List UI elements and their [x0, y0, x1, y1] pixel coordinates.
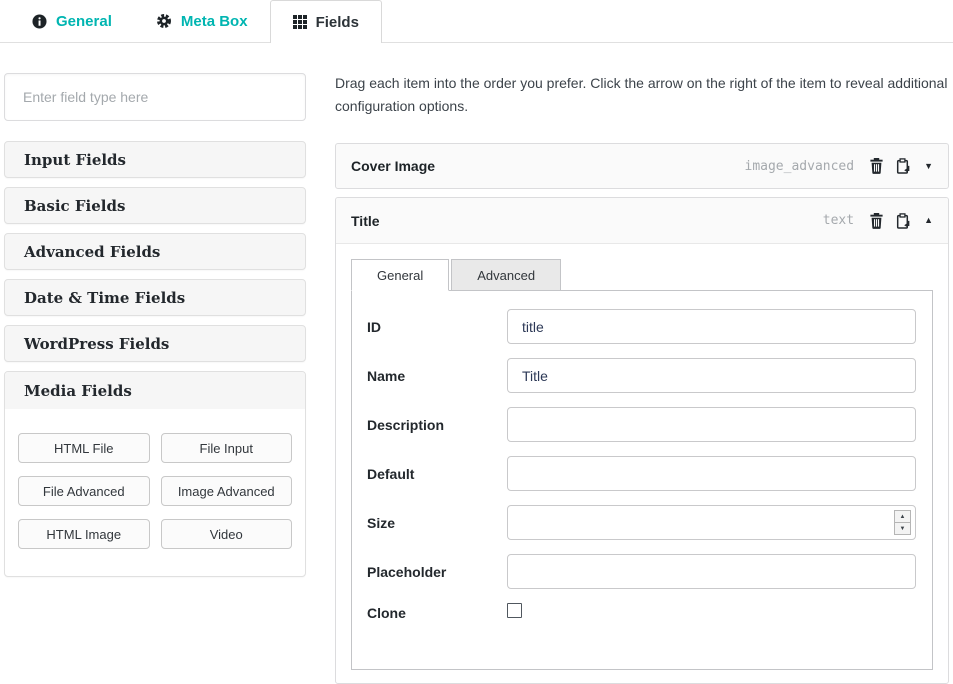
- sidebar-section-advanced-fields[interactable]: Advanced Fields: [4, 233, 306, 270]
- name-field[interactable]: [507, 358, 916, 393]
- field-type-html-file-button[interactable]: HTML File: [18, 433, 150, 463]
- sidebar-section-wordpress-fields[interactable]: WordPress Fields: [4, 325, 306, 362]
- duplicate-icon: [896, 158, 911, 174]
- tab-general[interactable]: General: [10, 0, 134, 42]
- caret-down-icon: ▼: [924, 162, 933, 171]
- form-row-size: Size ▲ ▼: [367, 505, 916, 540]
- field-type-image-advanced-button[interactable]: Image Advanced: [161, 476, 293, 506]
- clone-label: Clone: [367, 605, 507, 621]
- tab-fields[interactable]: Fields: [270, 0, 382, 43]
- caret-up-icon: ▲: [924, 216, 933, 225]
- size-field[interactable]: [507, 505, 916, 540]
- delete-field-button[interactable]: [870, 213, 883, 229]
- form-row-name: Name: [367, 358, 916, 393]
- field-item-title-header[interactable]: Title text: [336, 198, 948, 244]
- media-fields-list: HTML File File Input File Advanced Image…: [5, 409, 305, 576]
- spinner-up-button[interactable]: ▲: [895, 511, 910, 523]
- duplicate-icon: [896, 213, 911, 229]
- field-type-file-advanced-button[interactable]: File Advanced: [18, 476, 150, 506]
- spinner-down-button[interactable]: ▼: [895, 523, 910, 534]
- section-label: Date & Time Fields: [24, 289, 185, 307]
- editor-tab-advanced[interactable]: Advanced: [451, 259, 561, 291]
- grid-icon: [293, 15, 307, 29]
- section-label: Input Fields: [24, 151, 126, 169]
- section-label: WordPress Fields: [24, 335, 169, 353]
- tab-meta-box[interactable]: Meta Box: [134, 0, 270, 42]
- sidebar-section-input-fields[interactable]: Input Fields: [4, 141, 306, 178]
- field-type-file-input-button[interactable]: File Input: [161, 433, 293, 463]
- field-type-video-button[interactable]: Video: [161, 519, 293, 549]
- form-row-description: Description: [367, 407, 916, 442]
- fields-list-panel: Drag each item into the order you prefer…: [335, 72, 949, 684]
- field-editor-panel: ID Name Description: [351, 290, 933, 670]
- sidebar-section-date-time-fields[interactable]: Date & Time Fields: [4, 279, 306, 316]
- field-type-html-image-button[interactable]: HTML Image: [18, 519, 150, 549]
- id-label: ID: [367, 319, 507, 335]
- spinner-up-icon: ▲: [900, 514, 906, 520]
- field-type-badge: text: [823, 213, 854, 228]
- tab-general-label: General: [56, 13, 112, 30]
- description-field[interactable]: [507, 407, 916, 442]
- sidebar-section-media-fields: Media Fields HTML File File Input File A…: [4, 371, 306, 577]
- instructions-text: Drag each item into the order you prefer…: [335, 72, 949, 118]
- trash-icon: [870, 213, 883, 229]
- editor-tab-general[interactable]: General: [351, 259, 449, 291]
- duplicate-field-button[interactable]: [896, 158, 911, 174]
- clone-checkbox[interactable]: [507, 603, 522, 618]
- field-editor: General Advanced ID Name Descrip: [336, 244, 948, 683]
- trash-icon: [870, 158, 883, 174]
- field-types-sidebar: Input Fields Basic Fields Advanced Field…: [4, 73, 306, 577]
- field-type-badge: image_advanced: [745, 159, 855, 174]
- field-item-label: Title: [351, 213, 380, 229]
- section-label: Basic Fields: [24, 197, 125, 215]
- section-label: Advanced Fields: [24, 243, 160, 261]
- sidebar-section-basic-fields[interactable]: Basic Fields: [4, 187, 306, 224]
- duplicate-field-button[interactable]: [896, 213, 911, 229]
- tab-fields-label: Fields: [316, 14, 359, 31]
- expand-field-button[interactable]: ▼: [924, 162, 933, 171]
- size-label: Size: [367, 515, 507, 531]
- placeholder-label: Placeholder: [367, 564, 507, 580]
- info-icon: [32, 14, 47, 29]
- collapse-field-button[interactable]: ▲: [924, 216, 933, 225]
- id-field[interactable]: [507, 309, 916, 344]
- form-row-default: Default: [367, 456, 916, 491]
- default-field[interactable]: [507, 456, 916, 491]
- delete-field-button[interactable]: [870, 158, 883, 174]
- field-type-search-input[interactable]: [4, 73, 306, 121]
- sidebar-section-media-fields-header[interactable]: Media Fields: [5, 372, 305, 409]
- tab-meta-box-label: Meta Box: [181, 13, 248, 30]
- form-row-id: ID: [367, 309, 916, 344]
- field-editor-tabs: General Advanced: [351, 259, 933, 290]
- description-label: Description: [367, 417, 507, 433]
- field-item-cover-image[interactable]: Cover Image image_advanced: [335, 143, 949, 189]
- field-item-label: Cover Image: [351, 158, 435, 174]
- name-label: Name: [367, 368, 507, 384]
- gear-icon: [156, 13, 172, 29]
- section-label: Media Fields: [24, 382, 132, 400]
- default-label: Default: [367, 466, 507, 482]
- settings-tabbar: General Meta Box Fields: [0, 0, 953, 43]
- number-spinner: ▲ ▼: [894, 510, 911, 535]
- spinner-down-icon: ▼: [900, 526, 906, 532]
- form-row-clone: Clone: [367, 603, 916, 623]
- field-item-title: Title text: [335, 197, 949, 684]
- placeholder-field[interactable]: [507, 554, 916, 589]
- form-row-placeholder: Placeholder: [367, 554, 916, 589]
